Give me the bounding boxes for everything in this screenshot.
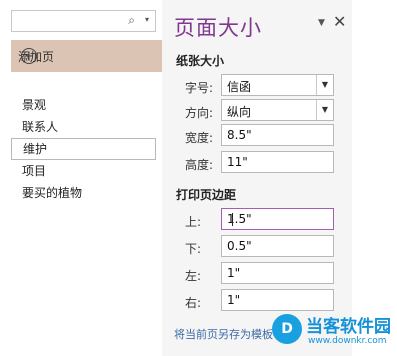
- print-margins-heading: 打印页边距: [176, 188, 237, 202]
- left-margin-input[interactable]: 1": [221, 262, 334, 284]
- paper-size-heading: 纸张大小: [176, 54, 225, 68]
- add-page-button[interactable]: + 添加页: [11, 40, 162, 72]
- top-margin-value: 1.5": [227, 212, 252, 226]
- size-dropdown[interactable]: 信函 ▼: [221, 74, 334, 96]
- right-margin-value: 1": [227, 293, 241, 307]
- bottom-margin-value: 0.5": [227, 239, 252, 253]
- size-value: 信函: [227, 80, 252, 94]
- width-label: 宽度:: [185, 131, 214, 145]
- page-item[interactable]: 项目: [11, 160, 156, 182]
- page-size-pane: 页面大小 ▼ ✕ 纸张大小 字号: 信函 ▼ 方向: 纵向 ▼ 宽度: 8.5"…: [162, 0, 352, 356]
- watermark-text: 当客软件园: [306, 317, 391, 337]
- page-item[interactable]: 要买的植物: [11, 182, 156, 204]
- page-item-selected[interactable]: 维护: [11, 138, 156, 160]
- pane-title: 页面大小: [174, 16, 262, 40]
- width-input[interactable]: 8.5": [221, 124, 334, 146]
- save-as-template-link[interactable]: 将当前页另存为模板: [174, 326, 273, 342]
- page-list: 景观 联系人 维护 项目 要买的植物: [11, 94, 156, 204]
- text-caret: [232, 213, 233, 226]
- add-page-label: 添加页: [18, 49, 55, 64]
- page-navigation-pane: ⌕ ▾ + 添加页 景观 联系人 维护 项目 要买的植物: [0, 0, 162, 356]
- height-label: 高度:: [185, 158, 214, 172]
- watermark: D 当客软件园 www.downkr.com: [272, 312, 397, 356]
- page-item[interactable]: 景观: [11, 94, 156, 116]
- right-margin-input[interactable]: 1": [221, 289, 334, 311]
- width-value: 8.5": [227, 128, 252, 142]
- top-margin-label: 上:: [185, 215, 202, 229]
- watermark-logo-icon: D: [272, 314, 302, 344]
- top-margin-input[interactable]: 1.5": [221, 208, 334, 230]
- chevron-down-icon[interactable]: ▼: [316, 75, 333, 95]
- left-margin-label: 左:: [185, 269, 202, 283]
- window-edge: [352, 0, 397, 356]
- right-margin-label: 右:: [185, 296, 202, 310]
- close-icon[interactable]: ✕: [333, 12, 346, 31]
- orientation-label: 方向:: [185, 106, 214, 120]
- left-margin-value: 1": [227, 266, 241, 280]
- pane-options-icon[interactable]: ▼: [318, 18, 325, 28]
- search-icon[interactable]: ⌕: [128, 13, 135, 28]
- height-input[interactable]: 11": [221, 151, 334, 173]
- size-label: 字号:: [185, 81, 214, 95]
- chevron-down-icon[interactable]: ▼: [316, 100, 333, 120]
- search-pages-box[interactable]: ⌕ ▾: [11, 10, 156, 32]
- bottom-margin-label: 下:: [185, 242, 202, 256]
- chevron-down-icon[interactable]: ▾: [145, 15, 149, 24]
- bottom-margin-input[interactable]: 0.5": [221, 235, 334, 257]
- page-item[interactable]: 联系人: [11, 116, 156, 138]
- orientation-dropdown[interactable]: 纵向 ▼: [221, 99, 334, 121]
- watermark-url: www.downkr.com: [308, 336, 387, 346]
- orientation-value: 纵向: [227, 105, 252, 119]
- height-value: 11": [227, 155, 248, 169]
